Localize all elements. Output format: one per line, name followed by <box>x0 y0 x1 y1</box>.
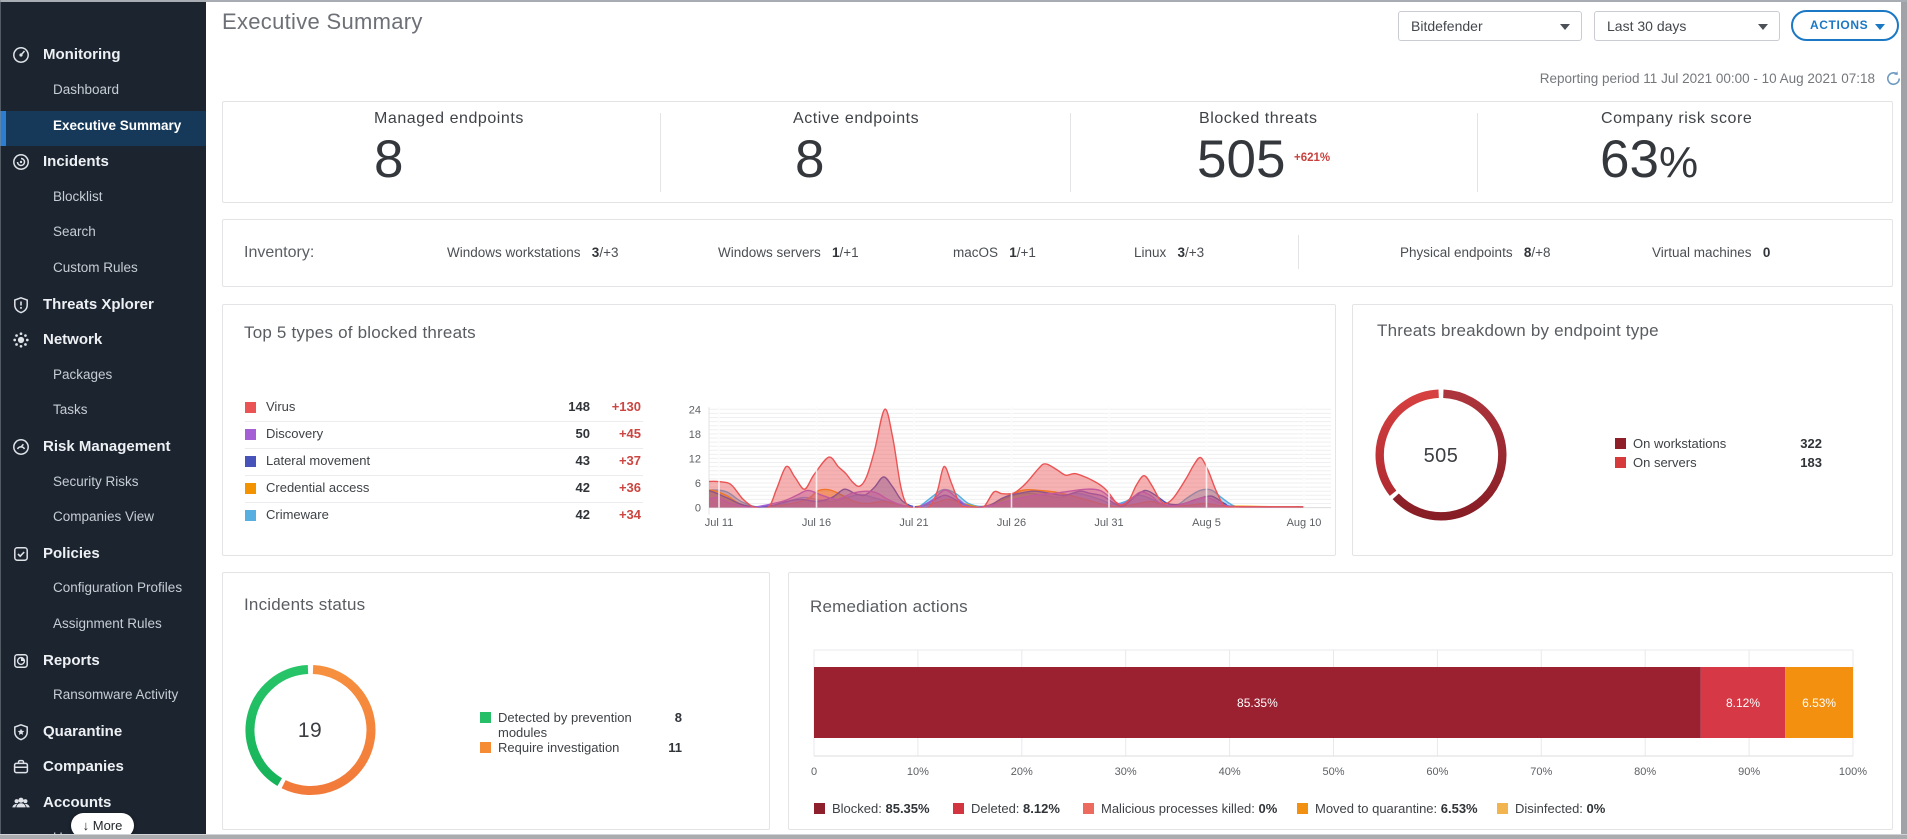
svg-text:Jul 31: Jul 31 <box>1094 517 1123 529</box>
svg-text:8.12%: 8.12% <box>1726 696 1760 710</box>
svg-text:40%: 40% <box>1219 766 1241 778</box>
svg-text:Jul 16: Jul 16 <box>802 517 831 529</box>
svg-text:85.35%: 85.35% <box>1237 696 1278 710</box>
svg-text:Jul 21: Jul 21 <box>899 517 928 529</box>
svg-text:60%: 60% <box>1426 766 1448 778</box>
svg-text:70%: 70% <box>1530 766 1552 778</box>
svg-text:30%: 30% <box>1115 766 1137 778</box>
svg-text:Jul 26: Jul 26 <box>997 517 1026 529</box>
svg-text:Aug 10: Aug 10 <box>1287 517 1322 529</box>
svg-text:Jul 11: Jul 11 <box>705 517 734 529</box>
svg-text:20%: 20% <box>1011 766 1033 778</box>
svg-text:Aug 5: Aug 5 <box>1192 517 1221 529</box>
svg-text:18: 18 <box>689 429 701 441</box>
svg-text:50%: 50% <box>1322 766 1344 778</box>
svg-text:0: 0 <box>811 766 817 778</box>
svg-text:12: 12 <box>689 453 701 465</box>
svg-text:0: 0 <box>695 503 701 515</box>
svg-text:80%: 80% <box>1634 766 1656 778</box>
svg-text:24: 24 <box>689 404 701 416</box>
svg-text:10%: 10% <box>907 766 929 778</box>
svg-text:100%: 100% <box>1839 766 1867 778</box>
svg-text:6: 6 <box>695 478 701 490</box>
svg-text:6.53%: 6.53% <box>1802 696 1836 710</box>
svg-text:90%: 90% <box>1738 766 1760 778</box>
